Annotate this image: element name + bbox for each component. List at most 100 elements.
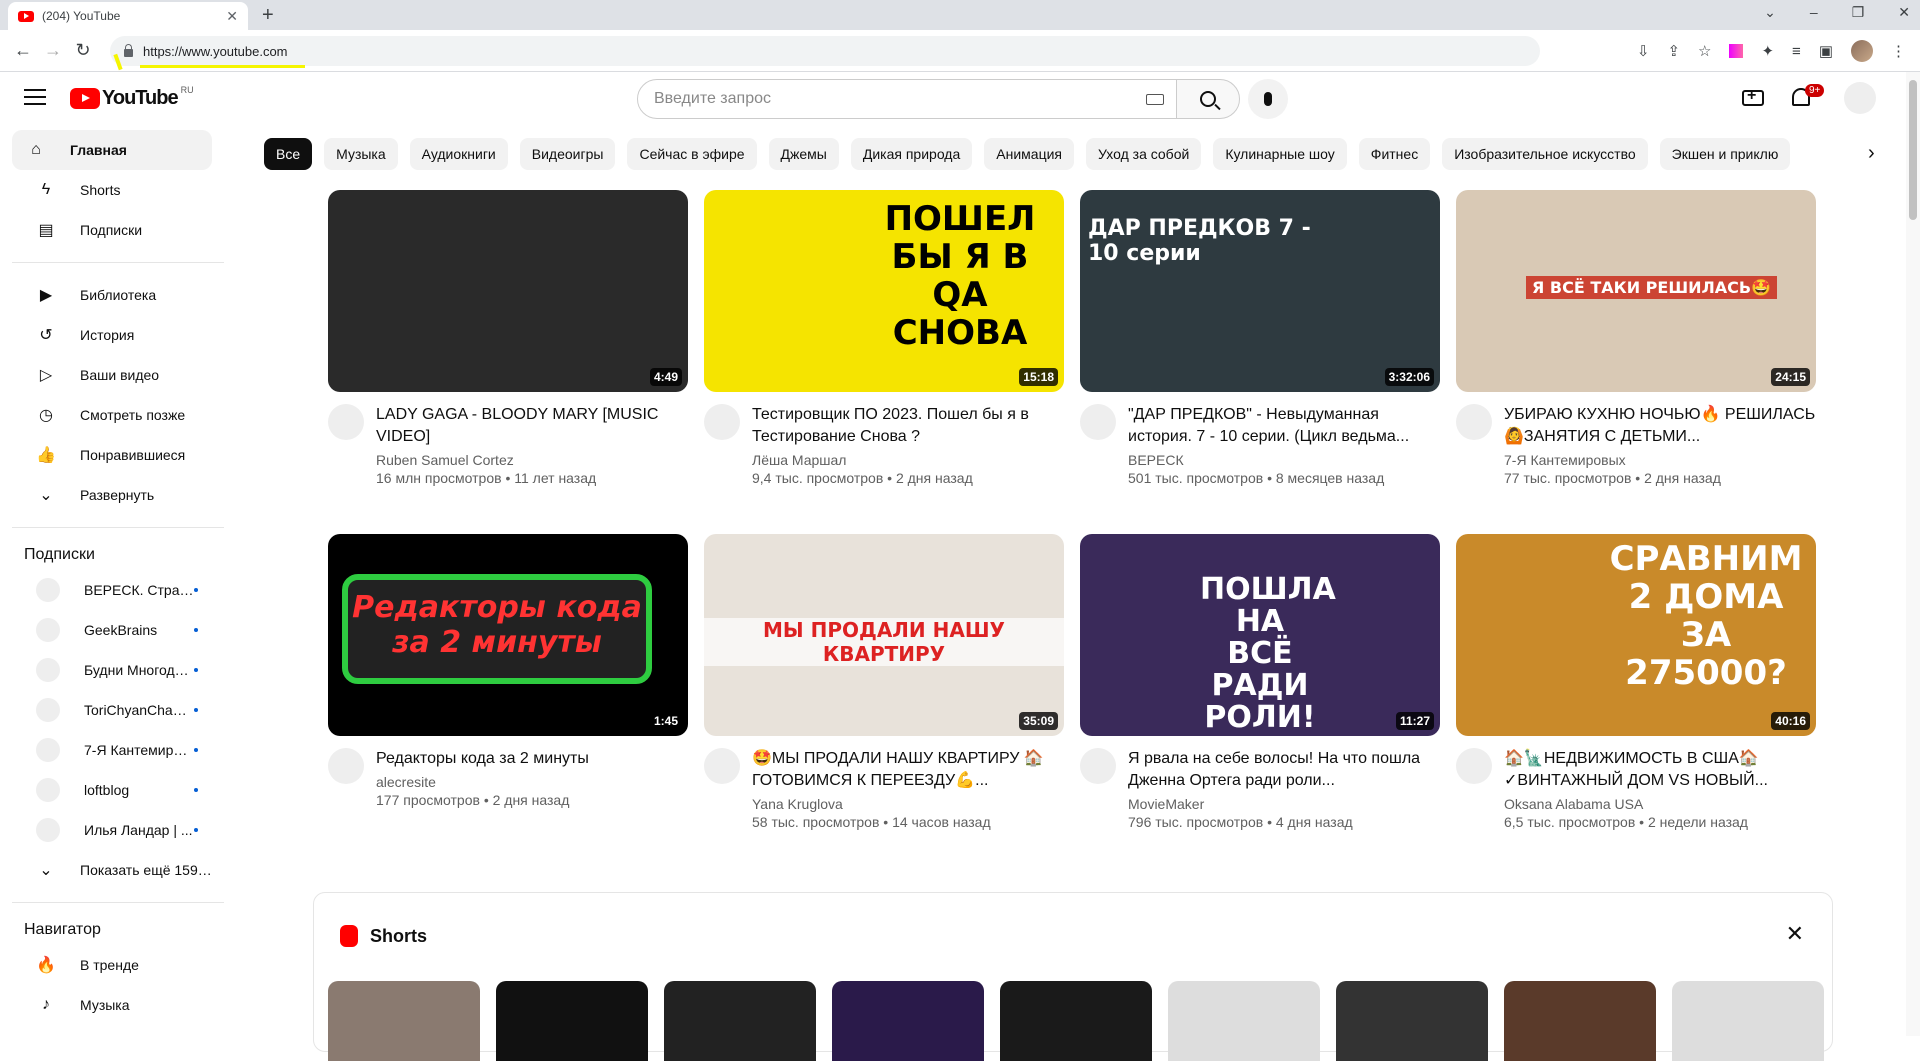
sidebar-item-library[interactable]: ▶ Библиотека [12, 275, 212, 315]
short-thumbnail[interactable] [1168, 981, 1320, 1061]
video-title[interactable]: 🏠🗽НЕДВИЖИМОСТЬ В США🏠 ✓ВИНТАЖНЫЙ ДОМ VS … [1504, 748, 1816, 792]
forward-icon[interactable]: → [38, 40, 68, 61]
video-title[interactable]: LADY GAGA - BLOODY MARY [MUSIC VIDEO] [376, 404, 688, 448]
filter-chip[interactable]: Дикая природа [850, 138, 973, 170]
video-thumbnail[interactable]: Я ВСЁ ТАКИ РЕШИЛАСЬ🤩 24:15 [1456, 190, 1816, 392]
browser-tab[interactable]: (204) YouTube ✕ [8, 2, 248, 30]
scrollbar-thumb[interactable] [1909, 80, 1917, 220]
short-thumbnail[interactable] [1504, 981, 1656, 1061]
video-card[interactable]: ПОШЕЛ БЫ Я В QA СНОВА 15:18 Тестировщик … [704, 190, 1064, 486]
voice-search-button[interactable] [1248, 79, 1288, 119]
video-thumbnail[interactable]: СРАВНИМ 2 ДОМА ЗА 275000? 40:16 [1456, 534, 1816, 736]
sidebar-subscription[interactable]: GeekBrains [12, 610, 212, 650]
sidebar-item-trending[interactable]: 🔥 В тренде [12, 945, 212, 985]
bookmark-star-icon[interactable]: ☆ [1698, 42, 1711, 60]
filter-chip[interactable]: Видеоигры [519, 138, 616, 170]
video-thumbnail[interactable]: Редакторы кода за 2 минуты 1:45 [328, 534, 688, 736]
video-title[interactable]: Тестировщик ПО 2023. Пошел бы я в Тестир… [752, 404, 1064, 448]
filter-chip[interactable]: Все [264, 138, 313, 170]
filter-chip[interactable]: Фитнес [1358, 138, 1431, 170]
install-icon[interactable]: ⇩ [1637, 42, 1650, 60]
filter-chip[interactable]: Аудиокниги [409, 138, 508, 170]
short-thumbnail[interactable] [328, 981, 480, 1061]
filter-chip[interactable]: Анимация [984, 138, 1074, 170]
video-card[interactable]: 4:49 LADY GAGA - BLOODY MARY [MUSIC VIDE… [328, 190, 688, 486]
sidebar-subscription[interactable]: ToriChyanChannel [12, 690, 212, 730]
video-title[interactable]: УБИРАЮ КУХНЮ НОЧЬЮ🔥 РЕШИЛАСЬ🙆ЗАНЯТИЯ С Д… [1504, 404, 1816, 448]
video-title[interactable]: Я рвала на себе волосы! На что пошла Дже… [1128, 748, 1440, 792]
address-bar[interactable]: https://www.youtube.com [110, 36, 1540, 66]
tab-close-icon[interactable]: ✕ [226, 8, 238, 25]
sidebar-item-liked[interactable]: 👍 Понравившиеся [12, 435, 212, 475]
channel-name[interactable]: MovieMaker [1128, 796, 1440, 812]
sidebar-item-subscriptions[interactable]: ▤ Подписки [12, 210, 212, 250]
keyboard-icon[interactable] [1146, 94, 1164, 105]
channel-name[interactable]: Ruben Samuel Cortez [376, 452, 688, 468]
video-thumbnail[interactable]: МЫ ПРОДАЛИ НАШУ КВАРТИРУ 35:09 [704, 534, 1064, 736]
search-button[interactable] [1176, 79, 1240, 119]
restore-icon[interactable]: ❐ [1852, 4, 1865, 21]
channel-avatar[interactable] [1456, 748, 1492, 784]
channel-avatar[interactable] [328, 748, 364, 784]
share-icon[interactable]: ⇪ [1667, 42, 1680, 60]
channel-avatar[interactable] [1080, 748, 1116, 784]
media-icon[interactable]: ≡ [1792, 43, 1801, 60]
close-icon[interactable]: ✕ [1786, 921, 1804, 947]
youtube-logo[interactable]: YouTube RU [70, 85, 194, 110]
short-thumbnail[interactable] [1672, 981, 1824, 1061]
video-card[interactable]: Я ВСЁ ТАКИ РЕШИЛАСЬ🤩 24:15 УБИРАЮ КУХНЮ … [1456, 190, 1816, 486]
filter-chip[interactable]: Изобразительное искусство [1442, 138, 1648, 170]
video-thumbnail[interactable]: ПОШЕЛ БЫ Я В QA СНОВА 15:18 [704, 190, 1064, 392]
channel-name[interactable]: Лёша Маршал [752, 452, 1064, 468]
sidebar-item-expand[interactable]: ⌄ Развернуть [12, 475, 212, 515]
channel-avatar[interactable] [328, 404, 364, 440]
account-avatar[interactable] [1844, 82, 1876, 114]
tab-search-icon[interactable]: ⌄ [1764, 4, 1776, 21]
lock-icon[interactable] [124, 44, 133, 57]
filter-chip[interactable]: Кулинарные шоу [1213, 138, 1347, 170]
video-thumbnail[interactable]: 4:49 [328, 190, 688, 392]
sidebar-subscription[interactable]: Илья Ландар | ... [12, 810, 212, 850]
channel-name[interactable]: Yana Kruglova [752, 796, 1064, 812]
sidebar-subscription[interactable]: ВЕРЕСК. Страш... [12, 570, 212, 610]
video-title[interactable]: 🤩МЫ ПРОДАЛИ НАШУ КВАРТИРУ 🏠ГОТОВИМСЯ К П… [752, 748, 1064, 792]
sidebar-item-watch-later[interactable]: ◷ Смотреть позже [12, 395, 212, 435]
short-thumbnail[interactable] [496, 981, 648, 1061]
profile-avatar[interactable] [1851, 40, 1873, 62]
extension-color-icon[interactable] [1729, 44, 1744, 58]
short-thumbnail[interactable] [832, 981, 984, 1061]
video-title[interactable]: Редакторы кода за 2 минуты [376, 748, 688, 770]
menu-icon[interactable] [24, 89, 46, 105]
sidebar-subscription[interactable]: Будни Многоде... [12, 650, 212, 690]
filter-chip[interactable]: Сейчас в эфире [627, 138, 757, 170]
close-window-icon[interactable]: ✕ [1898, 4, 1910, 21]
back-icon[interactable]: ← [8, 40, 38, 61]
sidebar-subscription[interactable]: 7-Я Кантемиров... [12, 730, 212, 770]
sidebar-item-shorts[interactable]: ϟ Shorts [12, 170, 212, 210]
video-card[interactable]: ДАР ПРЕДКОВ 7 - 10 серии 3:32:06 "ДАР ПР… [1080, 190, 1440, 486]
menu-kebab-icon[interactable]: ⋮ [1891, 42, 1906, 60]
new-tab-icon[interactable]: + [262, 4, 274, 27]
channel-avatar[interactable] [704, 404, 740, 440]
short-thumbnail[interactable] [664, 981, 816, 1061]
video-card[interactable]: СРАВНИМ 2 ДОМА ЗА 275000? 40:16 🏠🗽НЕДВИЖ… [1456, 534, 1816, 830]
video-card[interactable]: МЫ ПРОДАЛИ НАШУ КВАРТИРУ 35:09 🤩МЫ ПРОДА… [704, 534, 1064, 830]
sidebar-item-history[interactable]: ↺ История [12, 315, 212, 355]
channel-avatar[interactable] [1456, 404, 1492, 440]
video-thumbnail[interactable]: ПОШЛА НА ВСЁ РАДИ РОЛИ! 11:27 [1080, 534, 1440, 736]
search-input[interactable]: Введите запрос [637, 79, 1177, 119]
channel-name[interactable]: Oksana Alabama USA [1504, 796, 1816, 812]
sidebar-show-more[interactable]: ⌄ Показать ещё 159 ... [12, 850, 212, 890]
sidebar-item-your-videos[interactable]: ▷ Ваши видео [12, 355, 212, 395]
sidebar-item-home[interactable]: ⌂ Главная [12, 130, 212, 170]
filter-chip[interactable]: Экшен и приклю [1659, 138, 1791, 170]
video-thumbnail[interactable]: ДАР ПРЕДКОВ 7 - 10 серии 3:32:06 [1080, 190, 1440, 392]
sidebar-item-music[interactable]: ♪ Музыка [12, 985, 212, 1025]
video-card[interactable]: Редакторы кода за 2 минуты 1:45 Редактор… [328, 534, 688, 830]
channel-avatar[interactable] [1080, 404, 1116, 440]
sidepanel-icon[interactable]: ▣ [1819, 42, 1833, 60]
extensions-puzzle-icon[interactable]: ✦ [1761, 42, 1774, 60]
channel-avatar[interactable] [704, 748, 740, 784]
filter-chip[interactable]: Музыка [324, 138, 398, 170]
channel-name[interactable]: 7-Я Кантемировых [1504, 452, 1816, 468]
